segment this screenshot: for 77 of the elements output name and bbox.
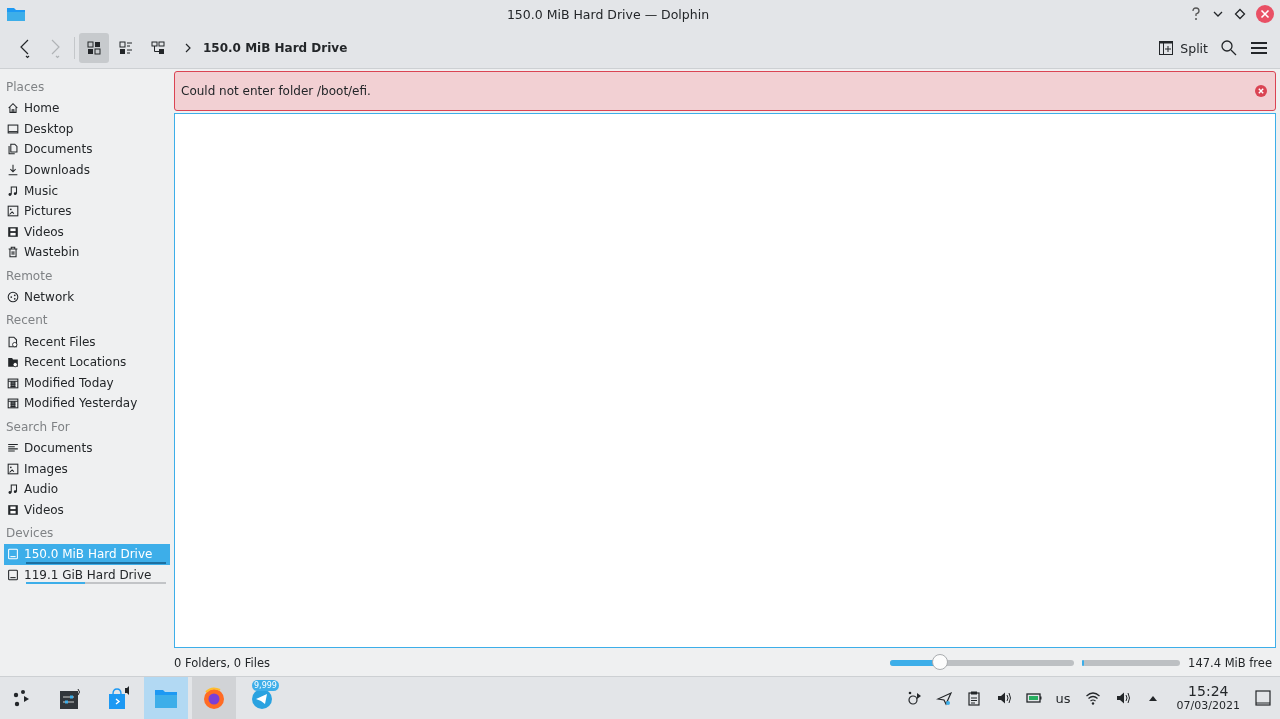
film-icon (6, 502, 20, 517)
monitor-icon (6, 121, 20, 136)
split-button[interactable]: Split (1152, 36, 1214, 60)
notification-badge: 9,999 (252, 680, 279, 691)
places-item[interactable]: Documents (4, 437, 170, 459)
section-heading: Remote (6, 268, 54, 284)
battery-icon[interactable] (1025, 690, 1042, 706)
folder-clock-icon (6, 355, 20, 370)
search-icon (1220, 39, 1238, 57)
clock-date[interactable]: 07/03/2021 (1176, 699, 1240, 712)
places-item[interactable]: Network (4, 286, 170, 308)
document-clock-icon (6, 334, 20, 349)
network-icon (6, 290, 20, 305)
section-heading: Recent (6, 313, 49, 329)
places-item[interactable]: Modified Today (4, 372, 170, 394)
keyboard-layout[interactable]: us (1055, 690, 1071, 706)
status-summary: 0 Folders, 0 Files (174, 656, 272, 670)
places-item[interactable]: Recent Files (4, 331, 170, 352)
music-note-icon (6, 482, 20, 497)
places-item[interactable]: Home (4, 98, 170, 119)
places-item[interactable]: Music (4, 180, 170, 201)
breadcrumb-item[interactable]: 150.0 MiB Hard Drive (203, 41, 348, 55)
free-space-label: 147.4 MiB free (1188, 656, 1272, 670)
music-note-icon (6, 183, 20, 198)
browser-icon (202, 686, 226, 710)
folder-icon (6, 5, 26, 23)
documents-icon (6, 142, 20, 157)
view-mode-button[interactable] (79, 33, 109, 63)
places-item[interactable]: Recent Locations (4, 351, 170, 373)
trash-icon (6, 245, 20, 260)
places-item[interactable]: Pictures (4, 200, 170, 222)
chevron-right-icon (183, 42, 193, 54)
shopping-bag-icon (106, 686, 130, 710)
compact-view-icon (118, 40, 134, 56)
places-item[interactable]: Images (4, 458, 170, 479)
section-heading: Devices (6, 526, 55, 542)
download-icon (6, 163, 20, 178)
drive-icon (6, 568, 20, 582)
home-icon (6, 101, 20, 116)
wifi-icon[interactable] (1084, 690, 1101, 706)
close-icon[interactable] (1256, 5, 1274, 23)
show-desktop-icon[interactable] (1254, 689, 1272, 707)
section-heading: Places (6, 80, 46, 95)
places-item[interactable]: Desktop (4, 118, 170, 140)
places-item[interactable]: Modified Yesterday (4, 393, 170, 414)
film-icon (6, 224, 20, 239)
error-message: Could not enter folder /boot/efi. (181, 84, 372, 98)
places-item[interactable]: Videos (4, 221, 170, 243)
calendar-icon (6, 375, 20, 390)
calendar-icon (6, 396, 20, 411)
picture-icon (6, 461, 20, 476)
close-icon (1255, 85, 1267, 97)
places-item[interactable]: Downloads (4, 159, 170, 181)
tree-view-icon (150, 40, 166, 56)
help-icon[interactable] (1190, 6, 1202, 22)
speaker-icon[interactable] (1114, 690, 1131, 706)
drive-icon (6, 547, 20, 562)
maximize-icon[interactable] (1234, 8, 1246, 20)
clipboard-icon[interactable] (965, 690, 982, 706)
icon-view-icon (86, 40, 102, 56)
window-title: 150.0 MiB Hard Drive — Dolphin (505, 6, 711, 22)
places-item[interactable]: Videos (4, 499, 170, 521)
picture-icon (6, 204, 20, 219)
places-item[interactable]: 119.1 GiB Hard Drive (4, 564, 170, 586)
mixer-icon (58, 686, 82, 710)
speaker-icon[interactable] (995, 690, 1012, 706)
section-heading: Search For (6, 419, 71, 435)
menu-icon (1250, 40, 1268, 56)
close-button[interactable] (1255, 85, 1267, 97)
places-item[interactable]: Documents (4, 139, 170, 160)
clock-time[interactable]: 15:24 (1188, 684, 1229, 699)
split-view-icon (1158, 40, 1175, 56)
paper-plane-icon[interactable] (935, 690, 952, 706)
zoom-slider[interactable] (890, 655, 1075, 671)
places-item[interactable]: Audio (4, 478, 170, 500)
places-item[interactable]: Wastebin (4, 242, 170, 263)
text-lines-icon (6, 441, 20, 455)
